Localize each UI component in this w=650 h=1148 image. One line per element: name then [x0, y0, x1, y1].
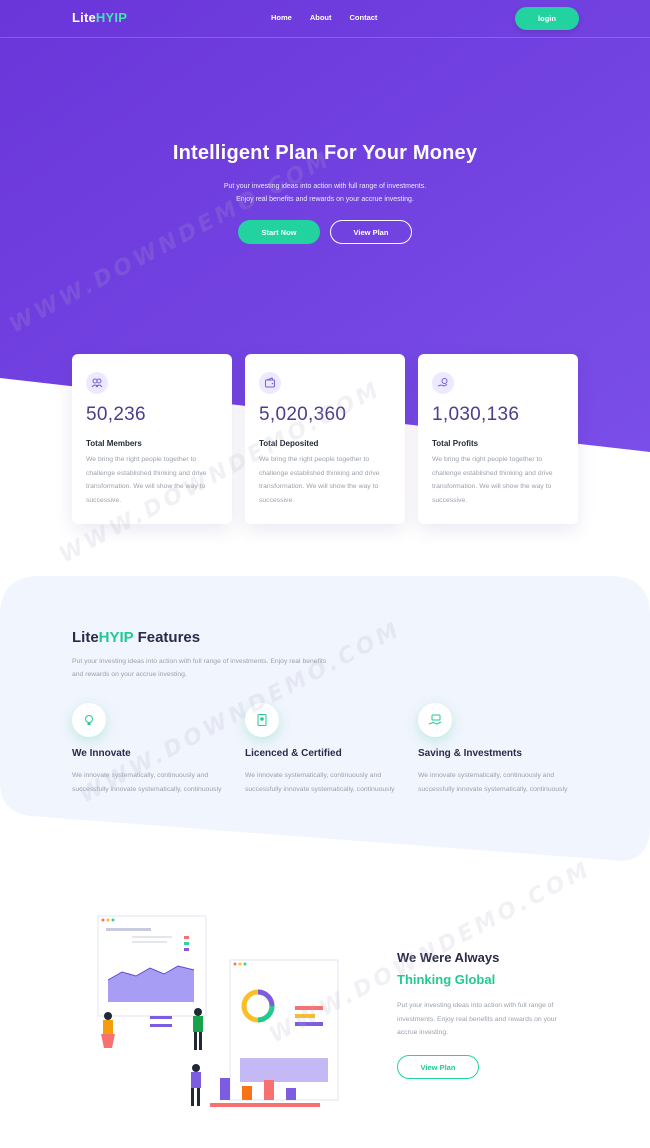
features-title: LiteHYIP Features: [72, 629, 200, 646]
hero-subtitle-line: Enjoy real benefits and rewards on your …: [236, 196, 414, 203]
feature-description: We innovate systematically, continuously…: [418, 772, 568, 793]
stat-title: Total Deposited: [259, 439, 319, 448]
stat-description: We bring the right people together to ch…: [86, 456, 207, 504]
certificate-icon: [245, 703, 279, 737]
hero-subtitle: Put your investing ideas into action wit…: [0, 180, 650, 206]
feature-description: We innovate systematically, continuously…: [245, 772, 395, 793]
features-title-accent: HYIP: [98, 629, 134, 646]
feature-title: We Innovate: [72, 748, 131, 759]
top-navbar: LiteHYIP Home About Contact login: [0, 0, 650, 38]
logo-accent-text: HYIP: [95, 10, 128, 25]
nav-home[interactable]: Home: [271, 13, 292, 22]
stat-title: Total Members: [86, 439, 142, 448]
stat-title: Total Profits: [432, 439, 479, 448]
feature-title: Licenced & Certified: [245, 748, 342, 759]
global-title-line2: Thinking Global: [397, 972, 496, 987]
features-title-text: Lite: [72, 629, 99, 646]
stat-card-profits: 1,030,136 Total Profits We bring the rig…: [418, 354, 578, 524]
feature-description: We innovate systematically, continuously…: [72, 772, 222, 793]
view-plan-button-secondary[interactable]: View Plan: [397, 1055, 479, 1079]
features-title-suffix: Features: [133, 629, 201, 646]
hero-title: Intelligent Plan For Your Money: [172, 142, 478, 164]
login-button[interactable]: login: [515, 7, 579, 30]
site-logo[interactable]: LiteHYIP: [72, 10, 127, 25]
features-subtitle: Put your investing ideas into action wit…: [72, 658, 327, 678]
logo-text: Lite: [72, 10, 96, 25]
stat-value: 50,236: [86, 404, 146, 425]
users-icon: [86, 372, 108, 394]
feature-title: Saving & Investments: [418, 748, 522, 759]
stat-description: We bring the right people together to ch…: [432, 456, 553, 504]
stat-card-deposited: 5,020,360 Total Deposited We bring the r…: [245, 354, 405, 524]
global-title-line1: We Were Always: [397, 950, 500, 965]
global-description: Put your investing ideas into action wit…: [397, 1002, 557, 1036]
nav-contact[interactable]: Contact: [350, 13, 378, 22]
stat-description: We bring the right people together to ch…: [259, 456, 380, 504]
view-plan-button[interactable]: View Plan: [330, 220, 412, 244]
stat-value: 1,030,136: [432, 404, 520, 425]
stat-value: 5,020,360: [259, 404, 347, 425]
nav-about[interactable]: About: [310, 13, 332, 22]
wallet-icon: [259, 372, 281, 394]
hero-subtitle-line: Put your investing ideas into action wit…: [223, 183, 427, 190]
hand-coin-icon: [432, 372, 454, 394]
start-now-button[interactable]: Start Now: [238, 220, 320, 244]
hand-money-icon: [418, 703, 452, 737]
dashboard-illustration: [97, 915, 339, 1107]
main-menu: Home About Contact: [271, 13, 377, 22]
lightbulb-icon: [72, 703, 106, 737]
stat-card-members: 50,236 Total Members We bring the right …: [72, 354, 232, 524]
